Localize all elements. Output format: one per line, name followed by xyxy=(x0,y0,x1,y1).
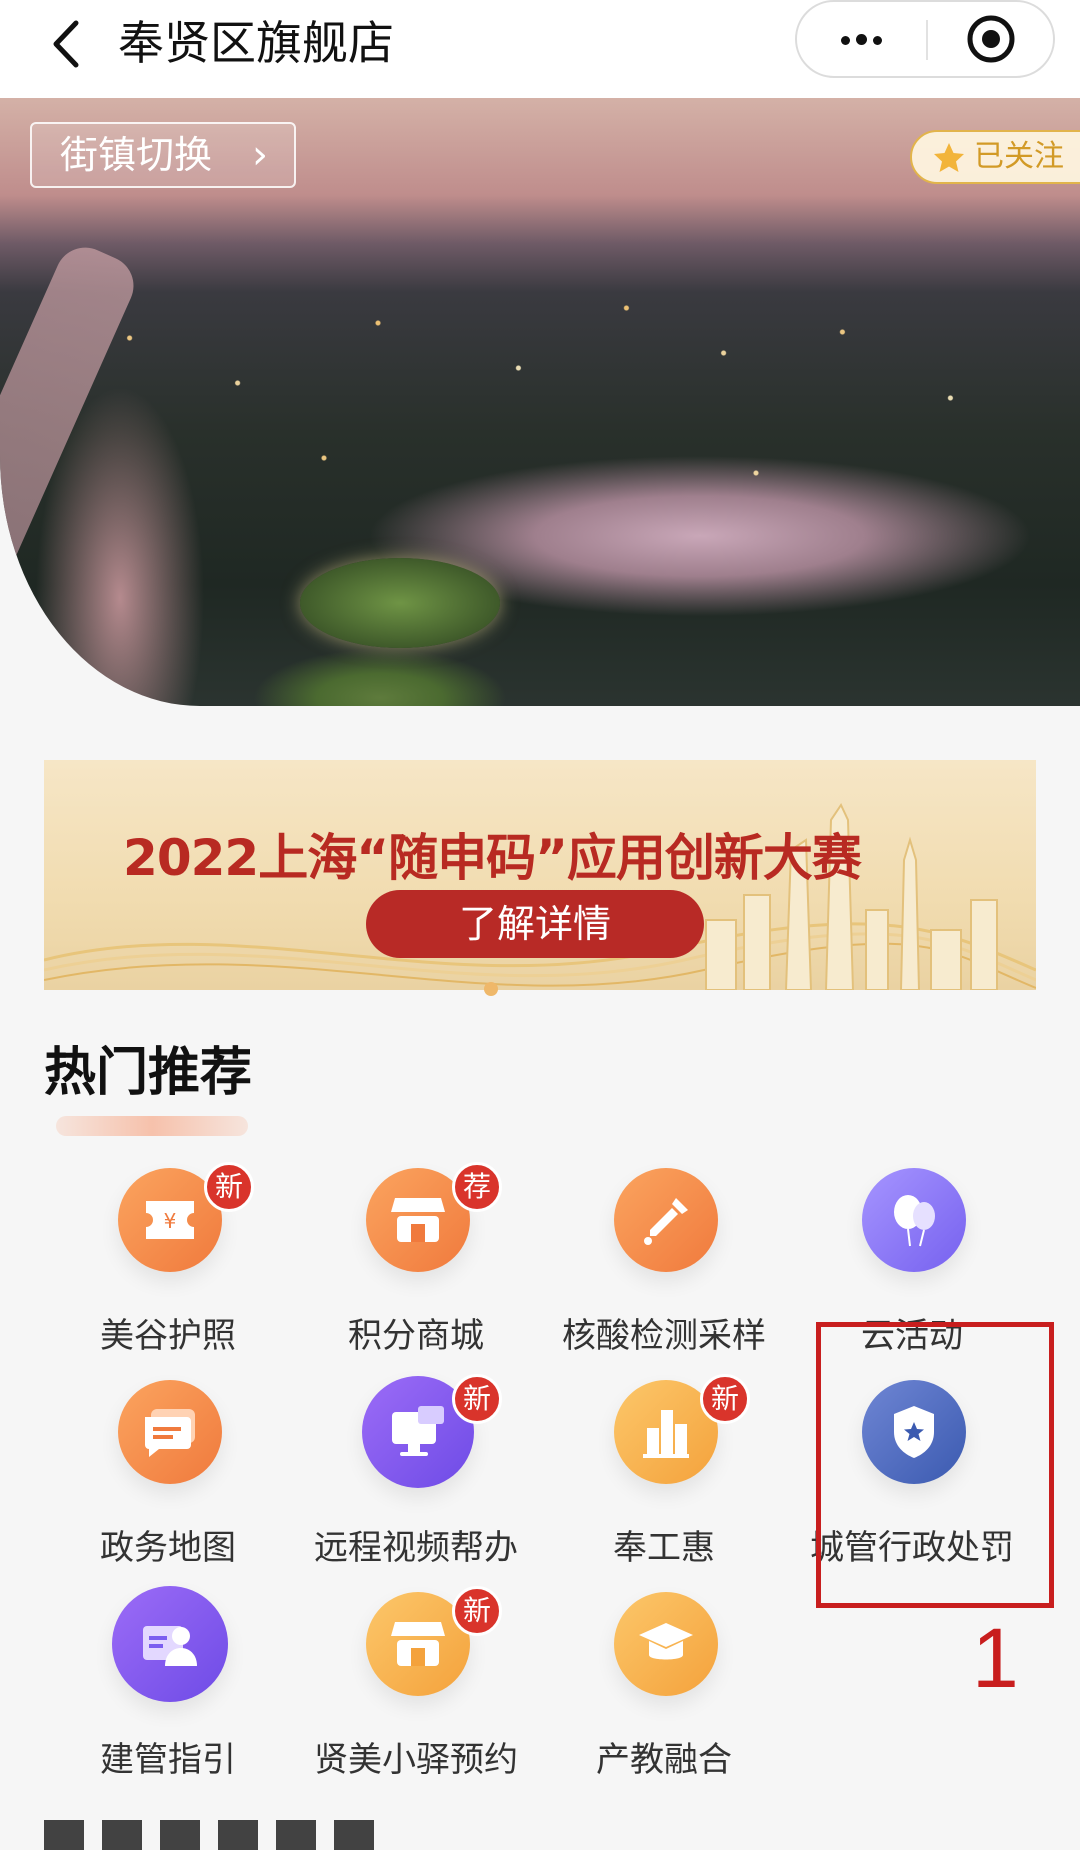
town-switch-label: 街镇切换 xyxy=(60,133,213,177)
service-item-industry-education[interactable]: 产教融合 xyxy=(540,1592,788,1792)
new-badge: 新 xyxy=(452,1586,502,1636)
back-button[interactable] xyxy=(38,14,94,74)
next-section-title-peek xyxy=(44,1820,374,1850)
service-item-label: 产教融合 xyxy=(596,1740,732,1780)
new-badge: 新 xyxy=(452,1374,502,1424)
top-navigation-bar: 奉贤区旗舰店 xyxy=(0,0,1080,98)
annotation-highlight-box xyxy=(816,1322,1054,1608)
section-title-hot: 热门推荐 xyxy=(44,1043,253,1103)
user-card-icon xyxy=(112,1586,228,1702)
recommend-badge: 荐 xyxy=(452,1162,502,1212)
annotation-number: 1 xyxy=(972,1611,1019,1705)
service-item-label: 政务地图 xyxy=(100,1528,236,1568)
service-item-label: 建管指引 xyxy=(100,1740,236,1780)
learn-more-button[interactable]: 了解详情 xyxy=(366,890,704,958)
new-badge: 新 xyxy=(700,1374,750,1424)
message-icon xyxy=(118,1380,222,1484)
service-item-label: 美谷护照 xyxy=(100,1316,236,1356)
balloon-icon xyxy=(862,1168,966,1272)
town-switch-button[interactable]: 街镇切换 › xyxy=(30,122,296,188)
service-item-label: 贤美小驿预约 xyxy=(314,1740,518,1780)
graduation-cap-icon xyxy=(614,1592,718,1696)
followed-button[interactable]: 已关注 xyxy=(910,130,1080,184)
section-title-underline xyxy=(56,1116,248,1136)
service-item-xianmei-booking[interactable]: 新 贤美小驿预约 xyxy=(292,1586,540,1792)
more-button[interactable] xyxy=(797,2,926,76)
service-item-label: 积分商城 xyxy=(348,1316,484,1356)
more-dots-icon xyxy=(838,30,885,49)
service-item-gov-map[interactable]: 政务地图 xyxy=(44,1380,292,1580)
dropper-icon xyxy=(614,1168,718,1272)
service-item-construction-guide[interactable]: 建管指引 xyxy=(44,1586,292,1792)
chevron-left-icon xyxy=(53,20,79,68)
page-title: 奉贤区旗舰店 xyxy=(118,16,394,70)
service-item-points-mall[interactable]: 荐 积分商城 xyxy=(292,1162,540,1368)
service-item-nucleic-test[interactable]: 核酸检测采样 xyxy=(540,1168,788,1368)
service-item-label: 核酸检测采样 xyxy=(562,1316,766,1356)
new-badge: 新 xyxy=(204,1162,254,1212)
service-item-fenggonghui[interactable]: 新 奉工惠 xyxy=(540,1374,788,1580)
service-item-remote-video[interactable]: 新 远程视频帮办 xyxy=(292,1374,540,1580)
mini-program-capsule xyxy=(795,0,1055,78)
hero-city-image xyxy=(0,98,1080,706)
carousel-indicator-dot xyxy=(484,982,498,996)
service-item-label: 奉工惠 xyxy=(613,1528,715,1568)
hero-city-lights xyxy=(0,248,1080,548)
hero-park-field xyxy=(300,558,500,648)
close-miniprogram-button[interactable] xyxy=(928,2,1053,76)
star-icon xyxy=(934,143,964,172)
service-item-meigu-passport[interactable]: ¥ 新 美谷护照 xyxy=(44,1162,292,1368)
followed-label: 已关注 xyxy=(974,139,1064,174)
promo-title: 2022上海“随申码”应用创新大赛 xyxy=(123,829,862,887)
target-circle-icon xyxy=(967,15,1014,63)
promo-banner[interactable]: 2022上海“随申码”应用创新大赛 了解详情 xyxy=(44,760,1036,990)
chevron-right-icon: › xyxy=(252,132,268,178)
service-item-label: 远程视频帮办 xyxy=(314,1528,518,1568)
svg-text:¥: ¥ xyxy=(164,1209,177,1233)
